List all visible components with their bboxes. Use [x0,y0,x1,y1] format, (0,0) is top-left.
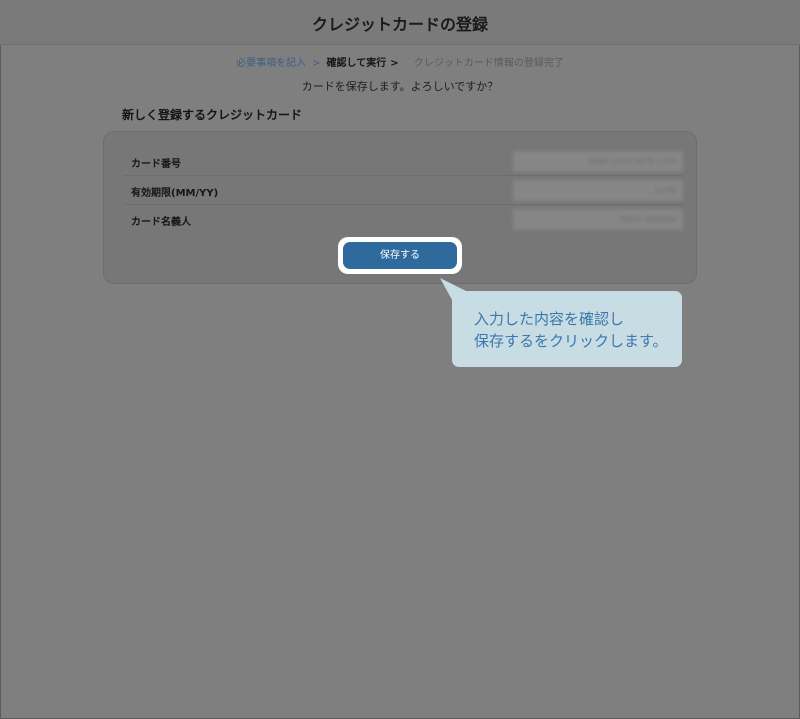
expiry-row: 有効期限(MM/YY) 12/30 [123,177,683,205]
cardholder-label: カード名義人 [131,217,191,228]
step-gap [405,58,408,69]
card-number-label: カード番号 [131,159,181,170]
card-number-value: 4980 1234 5678 1234 [513,151,683,172]
confirm-message: カードを保存します。よろしいですか？ [301,80,499,93]
step-complete: クレジットカード情報の登録完了 [399,58,564,69]
card-number-row: カード番号 4980 1234 5678 1234 [123,148,683,176]
instruction-callout: 入力した内容を確認し 保存するをクリックします。 [452,291,682,367]
step-separator: > [312,58,321,69]
page-title: クレジットカードの登録 [311,15,488,34]
page-header: クレジットカードの登録 [0,0,800,45]
progress-steps: 必要事項を記入 > 確認して実行 > クレジットカード情報の登録完了 [0,54,800,69]
step-enter-details-label: 必要事項を記入 [236,58,307,69]
save-button-highlight: 保存する [338,237,462,274]
step-confirm: 確認して実行 > [327,58,399,69]
step-complete-label: クレジットカード情報の登録完了 [413,58,564,69]
step-confirm-label: 確認して実行 [326,58,387,69]
expiry-value: 12/30 [513,180,683,201]
save-button[interactable]: 保存する [343,242,457,269]
step-separator: > [390,58,399,69]
cardholder-value: TARO YAMADA [513,209,683,230]
step-enter-details[interactable]: 必要事項を記入 > [236,58,326,69]
callout-line-2: 保存するをクリックします。 [474,332,668,350]
callout-line-1: 入力した内容を確認し [474,310,625,328]
cardholder-row: カード名義人 TARO YAMADA [123,206,683,233]
expiry-label: 有効期限(MM/YY) [131,188,219,199]
section-title: 新しく登録するクレジットカード [122,108,303,122]
